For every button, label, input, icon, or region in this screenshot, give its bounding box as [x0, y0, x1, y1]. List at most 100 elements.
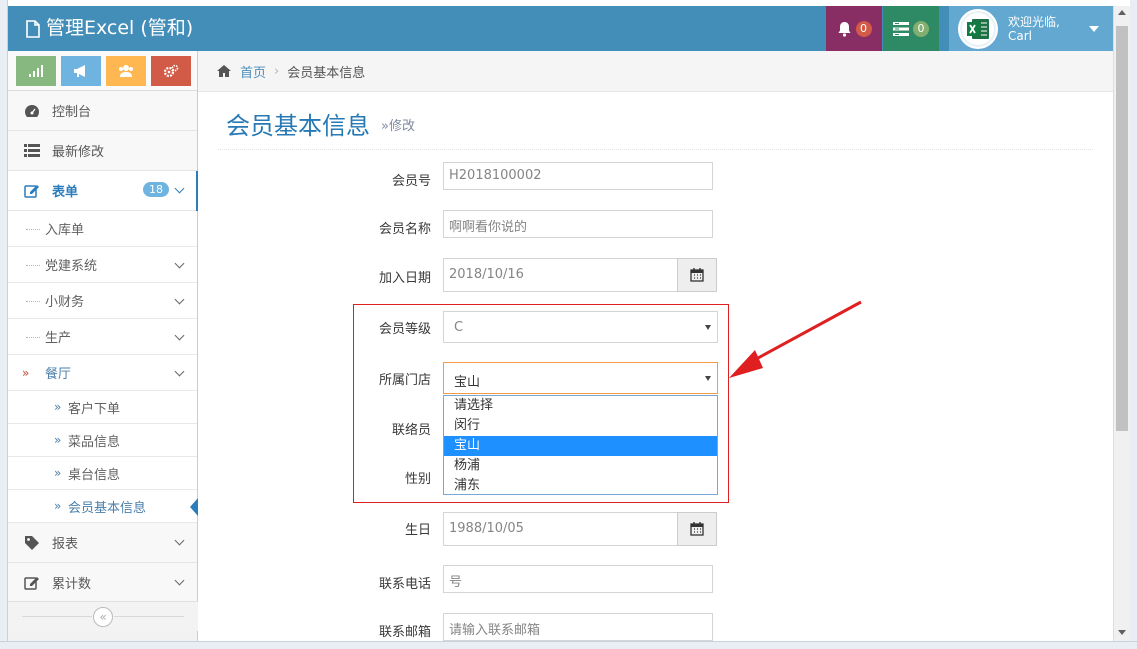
shortcut-stats-button[interactable]	[16, 56, 56, 86]
join-date-label: 加入日期	[378, 271, 431, 286]
sidebar-item-dish-info[interactable]: » 菜品信息	[8, 424, 197, 457]
birthday-label: 生日	[404, 523, 431, 538]
users-icon	[119, 65, 133, 77]
page-header: 会员基本信息 »修改	[218, 92, 1093, 150]
scrollbar[interactable]	[1113, 6, 1130, 641]
divider	[114, 616, 184, 617]
store-option[interactable]: 浦东	[444, 476, 717, 496]
store-option[interactable]: 宝山	[444, 436, 717, 456]
divider	[22, 616, 92, 617]
member-name-input[interactable]: 啊啊看你说的	[443, 210, 713, 238]
tree-branch	[26, 337, 40, 338]
breadcrumb-home-link[interactable]: 首页	[240, 62, 266, 81]
bullhorn-icon	[74, 65, 85, 77]
brand-text: 管理Excel (管和)	[46, 17, 194, 39]
page-subtitle: »修改	[381, 119, 415, 134]
double-angle-right-icon: »	[22, 365, 30, 380]
form-row-join-date: 加入日期 2018/10/16	[198, 258, 1113, 292]
chevron-down-icon	[174, 294, 185, 305]
chevron-down-icon	[174, 535, 185, 546]
join-date-input[interactable]: 2018/10/16	[443, 258, 678, 292]
sidebar-item-reports[interactable]: 报表	[8, 523, 197, 563]
join-date-calendar-button[interactable]	[677, 258, 717, 292]
tasks-icon	[893, 21, 909, 36]
double-angle-right-icon: »	[54, 433, 62, 447]
annotation-arrow	[729, 300, 862, 378]
sidebar-item-restaurant[interactable]: » 餐厅	[8, 355, 197, 391]
breadcrumb: 首页 › 会员基本信息	[198, 51, 1113, 92]
sidebar-item-forms[interactable]: 表单 18	[8, 171, 198, 211]
scroll-up-arrow-icon[interactable]	[1118, 10, 1126, 15]
store-dropdown-list: 请选择 闵行 宝山 杨浦 浦东	[443, 395, 718, 495]
shortcut-settings-button[interactable]	[151, 56, 191, 86]
form-row-member-no: 会员号 H2018100002	[198, 162, 1113, 194]
email-input[interactable]: 请输入联系邮箱	[443, 613, 713, 641]
notifications-button[interactable]: 0	[826, 6, 882, 51]
sidebar-item-label: 累计数	[52, 577, 92, 592]
sidebar-item-stock-in[interactable]: 入库单	[8, 211, 197, 247]
calendar-icon	[690, 268, 704, 282]
caret-down-icon	[1089, 26, 1099, 32]
sidebar-item-table-info[interactable]: » 桌台信息	[8, 457, 197, 490]
tag-icon	[25, 535, 39, 550]
document-icon	[26, 19, 40, 38]
breadcrumb-separator: ›	[274, 63, 280, 79]
edit-icon	[24, 577, 39, 590]
sidebar-item-label: 表单	[52, 185, 79, 200]
sidebar-item-production[interactable]: 生产	[8, 319, 197, 355]
sidebar-collapse-bar: «	[8, 601, 198, 631]
email-label: 联系邮箱	[378, 625, 431, 640]
notifications-badge: 0	[855, 20, 872, 37]
form-row-member-name: 会员名称 啊啊看你说的	[198, 210, 1113, 242]
forms-submenu: 入库单 党建系统 小财务 生产 » 餐厅 » 客户下单 » 菜品信息 » 桌台信…	[8, 211, 198, 523]
sidebar-item-label: 会员基本信息	[68, 500, 147, 516]
home-icon	[217, 65, 231, 77]
edit-icon	[24, 185, 39, 198]
sidebar-shortcuts	[8, 51, 197, 91]
birthday-calendar-button[interactable]	[677, 512, 717, 546]
store-option[interactable]: 杨浦	[444, 456, 717, 476]
dashboard-icon	[25, 104, 39, 117]
calendar-icon	[690, 522, 704, 536]
sidebar-item-cumulative[interactable]: 累计数	[8, 563, 197, 603]
store-option[interactable]: 闵行	[444, 416, 717, 436]
tasks-button[interactable]: 0	[883, 6, 939, 51]
top-navbar: 管理Excel (管和) 0 0 欢迎光临, Carl	[8, 6, 1113, 51]
shortcut-announce-button[interactable]	[61, 56, 101, 86]
sidebar-item-recent[interactable]: 最新修改	[8, 131, 197, 171]
shortcut-users-button[interactable]	[106, 56, 146, 86]
scroll-thumb[interactable]	[1116, 26, 1128, 431]
sidebar-item-label: 生产	[45, 331, 72, 346]
window-frame-right	[1130, 0, 1137, 649]
user-menu[interactable]: 欢迎光临, Carl	[949, 6, 1113, 51]
sidebar-item-label: 小财务	[45, 295, 85, 310]
sidebar-item-label: 餐厅	[45, 367, 72, 382]
cogs-icon	[163, 64, 179, 78]
sidebar-item-dashboard[interactable]: 控制台	[8, 91, 197, 131]
double-angle-right-icon: »	[54, 400, 62, 414]
sidebar-item-label: 党建系统	[45, 259, 98, 274]
sidebar-item-finance[interactable]: 小财务	[8, 283, 197, 319]
sidebar: 控制台 最新修改 表单 18 入库单 党建系统 小财务 生产 » 餐厅 » 客户…	[8, 51, 198, 641]
member-no-input[interactable]: H2018100002	[443, 162, 713, 190]
list-icon	[24, 144, 40, 157]
user-info: 欢迎光临, Carl	[1008, 15, 1060, 43]
window-frame-left	[0, 0, 8, 649]
sidebar-item-customer-order[interactable]: » 客户下单	[8, 391, 197, 424]
forms-count-badge: 18	[143, 182, 169, 197]
chevron-down-icon	[174, 258, 185, 269]
chevron-down-icon	[174, 183, 185, 194]
scroll-down-arrow-icon[interactable]	[1118, 630, 1126, 635]
store-option[interactable]: 请选择	[444, 396, 717, 416]
member-name-label: 会员名称	[378, 222, 431, 237]
sidebar-item-member-info[interactable]: » 会员基本信息	[8, 490, 198, 523]
tree-branch	[26, 301, 40, 302]
signal-icon	[29, 65, 43, 77]
brand[interactable]: 管理Excel (管和)	[26, 6, 193, 51]
sidebar-item-party[interactable]: 党建系统	[8, 247, 197, 283]
breadcrumb-current: 会员基本信息	[287, 65, 366, 81]
phone-input[interactable]: 号	[443, 565, 713, 593]
tasks-badge: 0	[913, 20, 929, 37]
sidebar-collapse-button[interactable]: «	[93, 606, 113, 627]
birthday-input[interactable]: 1988/10/05	[443, 512, 678, 546]
